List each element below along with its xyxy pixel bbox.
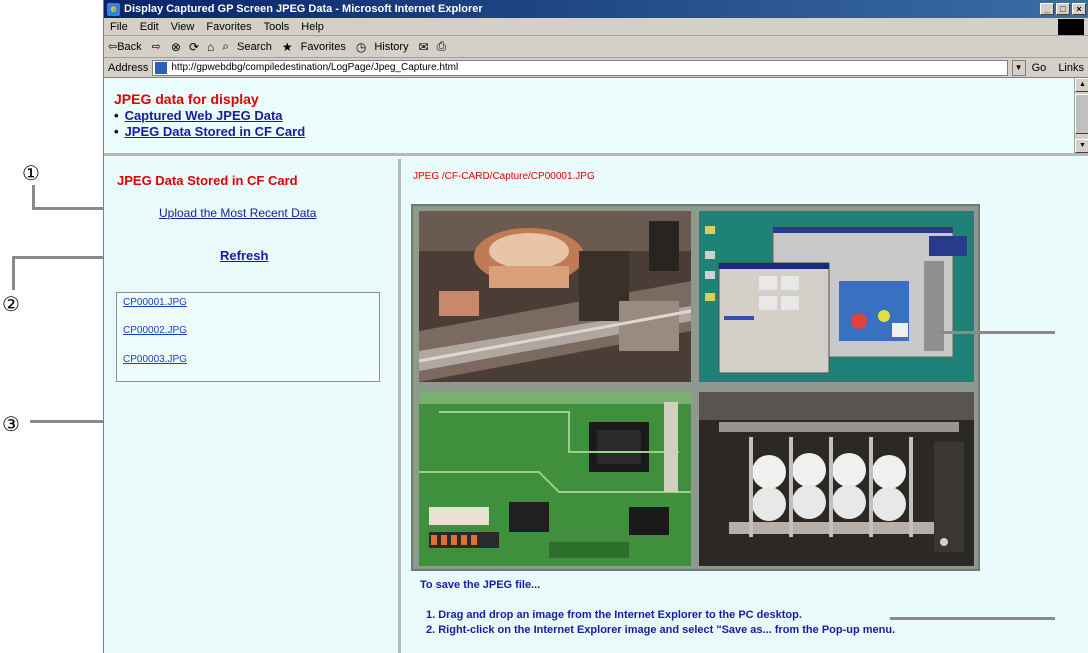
- callout-1: ①: [22, 161, 40, 185]
- windows-logo-icon: [1058, 19, 1084, 35]
- image-path: JPEG /CF-CARD/Capture/CP00001.JPG: [413, 171, 595, 182]
- file-list: CP00001.JPG CP00002.JPG CP00003.JPG: [116, 292, 380, 382]
- favorites-icon: ★: [281, 39, 293, 54]
- upload-recent-link[interactable]: Upload the Most Recent Data: [159, 206, 316, 220]
- stop-icon[interactable]: ⊗: [171, 40, 181, 54]
- address-dropdown-icon[interactable]: ▼: [1011, 59, 1026, 76]
- header-frame: JPEG data for display • Captured Web JPEG…: [104, 78, 1088, 156]
- save-step-1: 1. Drag and drop an image from the Inter…: [426, 609, 802, 621]
- title-bar: e Display Captured GP Screen JPEG Data -…: [104, 0, 1088, 18]
- link-label: JPEG Data Stored in CF Card: [124, 124, 306, 139]
- callout-5-line: [890, 617, 1055, 620]
- favorites-button[interactable]: Favorites: [301, 41, 346, 53]
- save-instructions-title: To save the JPEG file...: [420, 579, 541, 591]
- link-label: Captured Web JPEG Data: [124, 108, 283, 123]
- toolbar: ⇦Back ⇨ ⊗ ⟳ ⌂ ⌕ Search ★ Favorites ◷ His…: [104, 36, 1088, 58]
- refresh-link[interactable]: Refresh: [220, 248, 268, 263]
- print-icon[interactable]: ⎙: [437, 39, 447, 54]
- cf-card-title: JPEG Data Stored in CF Card: [117, 173, 298, 188]
- assembly-machine-photo: [699, 392, 974, 566]
- address-input[interactable]: http://gpwebdbg/compiledestination/LogPa…: [152, 59, 1008, 76]
- callout-2-line: [12, 256, 15, 290]
- screen-capture-photo: [699, 211, 974, 382]
- scroll-thumb[interactable]: [1075, 94, 1088, 134]
- search-button[interactable]: Search: [237, 41, 272, 53]
- file-link[interactable]: CP00003.JPG: [123, 354, 187, 365]
- ie-icon: e: [107, 2, 120, 16]
- go-button[interactable]: Go: [1032, 62, 1047, 74]
- page-content: JPEG data for display • Captured Web JPEG…: [104, 78, 1088, 653]
- main-frame: JPEG /CF-CARD/Capture/CP00001.JPG To sav…: [404, 159, 1088, 653]
- scroll-up-icon[interactable]: ▲: [1075, 78, 1088, 92]
- header-title: JPEG data for display: [114, 91, 259, 107]
- menu-view[interactable]: View: [171, 21, 195, 33]
- file-link[interactable]: CP00002.JPG: [123, 325, 187, 336]
- page: ① ② ③ ④ ⑤ e Display Captured GP Screen J…: [0, 0, 1088, 653]
- callout-4-line: [940, 331, 1055, 334]
- menu-help[interactable]: Help: [301, 21, 324, 33]
- captured-image[interactable]: [411, 204, 980, 571]
- back-button[interactable]: ⇦Back: [108, 40, 142, 53]
- maximize-button[interactable]: □: [1056, 3, 1070, 15]
- address-url: http://gpwebdbg/compiledestination/LogPa…: [171, 61, 459, 73]
- link-captured-web-jpeg[interactable]: • Captured Web JPEG Data: [114, 108, 283, 123]
- page-icon: [155, 61, 168, 74]
- left-frame: JPEG Data Stored in CF Card Upload the M…: [104, 159, 401, 653]
- history-icon: ◷: [355, 39, 367, 54]
- header-scrollbar[interactable]: ▲ ▼: [1074, 78, 1088, 153]
- minimize-button[interactable]: _: [1040, 3, 1054, 15]
- address-bar: Address http://gpwebdbg/compiledestinati…: [104, 58, 1088, 78]
- link-jpeg-cf-card[interactable]: • JPEG Data Stored in CF Card: [114, 124, 305, 139]
- refresh-icon[interactable]: ⟳: [189, 40, 199, 54]
- file-link[interactable]: CP00001.JPG: [123, 297, 187, 308]
- close-button[interactable]: ×: [1072, 3, 1086, 15]
- mail-icon[interactable]: ✉: [419, 40, 429, 54]
- menu-favorites[interactable]: Favorites: [206, 21, 251, 33]
- callout-2: ②: [2, 292, 20, 316]
- search-icon: ⌕: [222, 39, 229, 53]
- menu-tools[interactable]: Tools: [264, 21, 290, 33]
- scroll-down-icon[interactable]: ▼: [1075, 139, 1088, 153]
- forward-button[interactable]: ⇨: [152, 40, 161, 53]
- machinery-photo: [419, 211, 691, 382]
- history-button[interactable]: History: [374, 41, 408, 53]
- save-step-2: 2. Right-click on the Internet Explorer …: [426, 624, 896, 636]
- menu-bar: File Edit View Favorites Tools Help: [104, 18, 1088, 36]
- window-title: Display Captured GP Screen JPEG Data - M…: [124, 3, 483, 15]
- circuit-board-photo: [419, 392, 691, 566]
- address-label: Address: [108, 61, 149, 74]
- callout-3: ③: [2, 412, 20, 436]
- links-button[interactable]: Links: [1058, 62, 1084, 74]
- menu-edit[interactable]: Edit: [140, 21, 159, 33]
- browser-window: e Display Captured GP Screen JPEG Data -…: [103, 0, 1088, 653]
- home-icon[interactable]: ⌂: [207, 40, 214, 54]
- menu-file[interactable]: File: [110, 21, 128, 33]
